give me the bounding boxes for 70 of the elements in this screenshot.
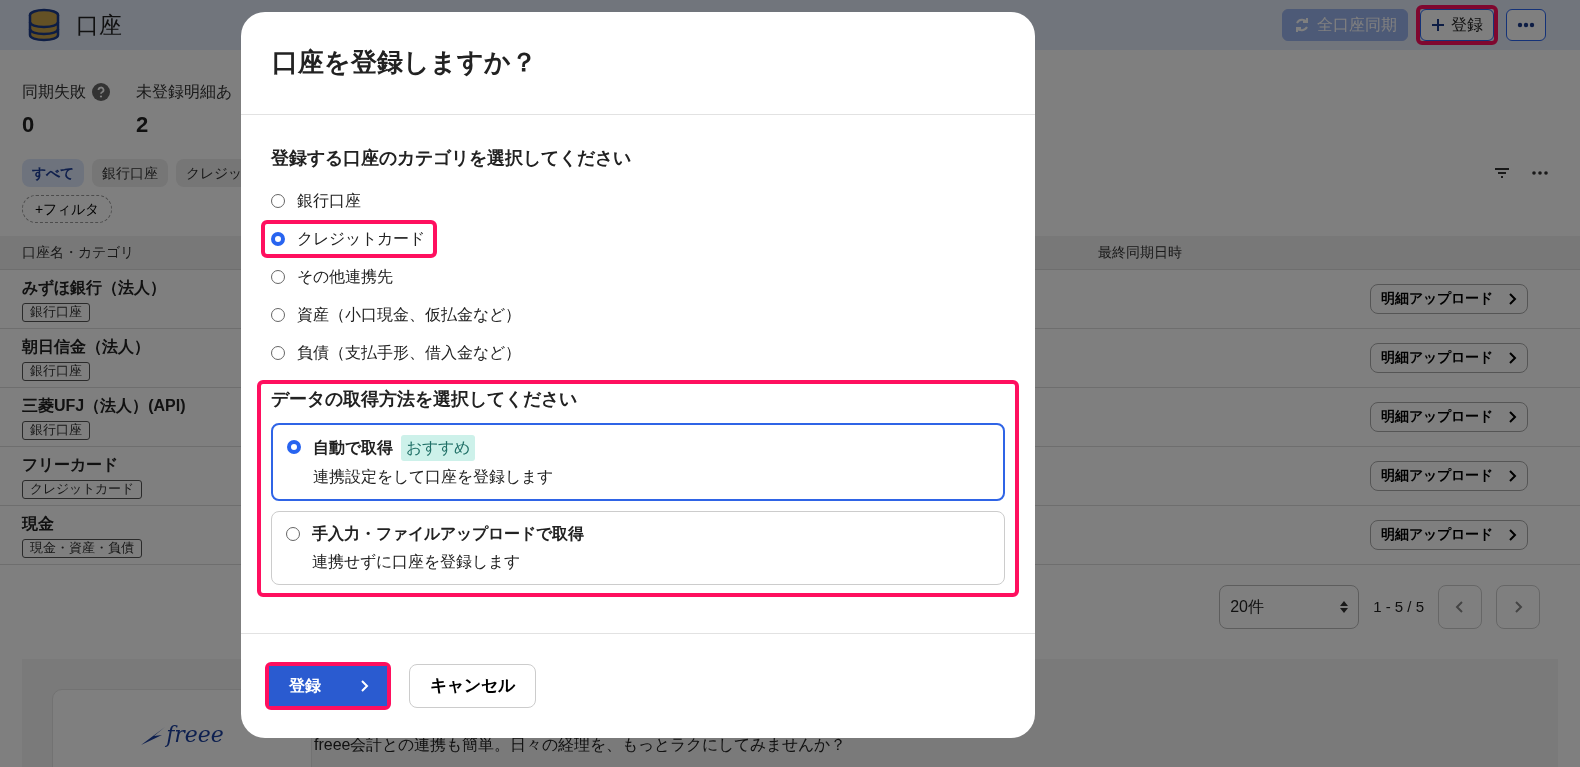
option-description: 連携設定をして口座を登録します	[313, 467, 553, 487]
option-card[interactable]: 手入力・ファイルアップロードで取得 連携せずに口座を登録します	[271, 511, 1005, 585]
radio-label[interactable]: 銀行口座	[297, 189, 361, 213]
page-size-select[interactable]: 20件	[1219, 585, 1360, 629]
section-label: データの取得方法を選択してください	[271, 388, 578, 411]
category-tag: 銀行口座	[22, 302, 90, 322]
plus-icon	[1431, 18, 1445, 32]
recommended-badge: おすすめ	[401, 435, 475, 461]
chevron-right-icon	[1507, 469, 1517, 483]
chevron-right-icon	[1507, 292, 1517, 306]
radio-button[interactable]	[286, 527, 300, 541]
radio-label[interactable]: その他連携先	[297, 265, 393, 289]
radio-button[interactable]	[271, 346, 285, 360]
add-button[interactable]: 登録	[1420, 9, 1494, 41]
sync-icon	[1293, 16, 1311, 34]
help-icon	[92, 83, 110, 101]
filter-chip[interactable]: 銀行口座	[92, 159, 168, 187]
account-name: フリーカード	[22, 454, 119, 475]
account-name: 三菱UFJ（法人）(API)	[22, 395, 186, 416]
stat-label: 未登録明細あ	[136, 82, 232, 102]
account-name: みずほ銀行（法人）	[22, 277, 166, 299]
column-header: 口座名・カテゴリ	[21, 243, 135, 262]
option-description: 連携せずに口座を登録します	[312, 552, 521, 572]
sort-arrows-icon	[1340, 601, 1349, 613]
chevron-right-icon	[1507, 351, 1517, 365]
radio-label[interactable]: クレジットカード	[297, 227, 425, 251]
filter-icon[interactable]	[1494, 167, 1510, 179]
option-title: 手入力・ファイルアップロードで取得	[312, 524, 584, 544]
chevron-right-icon	[359, 679, 369, 693]
more-icon[interactable]	[1532, 171, 1548, 175]
radio-button[interactable]	[287, 440, 301, 454]
account-name: 現金	[22, 513, 55, 534]
chevron-right-icon	[1507, 410, 1517, 424]
chevron-right-icon	[1507, 528, 1517, 542]
cancel-button[interactable]: キャンセル	[409, 664, 536, 708]
option-title: 自動で取得	[313, 438, 393, 458]
upload-button[interactable]: 明細アップロード	[1370, 520, 1528, 550]
stat-value: 2	[136, 111, 150, 139]
category-tag: 銀行口座	[22, 420, 90, 440]
category-tag: 銀行口座	[22, 361, 90, 381]
filter-chip[interactable]: すべて	[22, 159, 84, 187]
upload-button[interactable]: 明細アップロード	[1370, 461, 1528, 491]
radio-button[interactable]	[271, 232, 285, 246]
radio-button[interactable]	[271, 270, 285, 284]
stat-value: 0	[22, 111, 36, 139]
stat-label: 同期失敗	[22, 82, 86, 102]
upload-button[interactable]: 明細アップロード	[1370, 343, 1528, 373]
category-tag: 現金・資産・負債	[22, 538, 142, 558]
chevron-left-icon	[1455, 600, 1465, 614]
option-card[interactable]: 自動で取得 おすすめ 連携設定をして口座を登録します	[271, 423, 1005, 501]
category-tag: クレジットカード	[22, 479, 142, 499]
radio-label[interactable]: 負債（支払手形、借入金など）	[297, 341, 521, 365]
account-name: 朝日信金（法人）	[22, 336, 150, 357]
more-icon	[1517, 22, 1535, 28]
chevron-right-icon	[1513, 600, 1523, 614]
logo-text: freee	[166, 724, 224, 746]
column-header: 最終同期日時	[1098, 243, 1182, 262]
radio-label[interactable]: 資産（小口現金、仮払金など）	[297, 303, 521, 327]
database-icon	[28, 8, 60, 42]
page-range: 1 - 5 / 5	[1373, 596, 1424, 617]
upload-button[interactable]: 明細アップロード	[1370, 284, 1528, 314]
radio-button[interactable]	[271, 194, 285, 208]
add-filter-button[interactable]: +フィルタ	[22, 195, 113, 223]
page-title: 口座	[76, 10, 122, 40]
radio-button[interactable]	[271, 308, 285, 322]
section-label: 登録する口座のカテゴリを選択してください	[271, 147, 632, 170]
upload-button[interactable]: 明細アップロード	[1370, 402, 1528, 432]
register-button[interactable]: 登録	[269, 666, 387, 706]
more-button[interactable]	[1506, 9, 1546, 41]
dialog-title: 口座を登録しますか？	[272, 47, 537, 79]
